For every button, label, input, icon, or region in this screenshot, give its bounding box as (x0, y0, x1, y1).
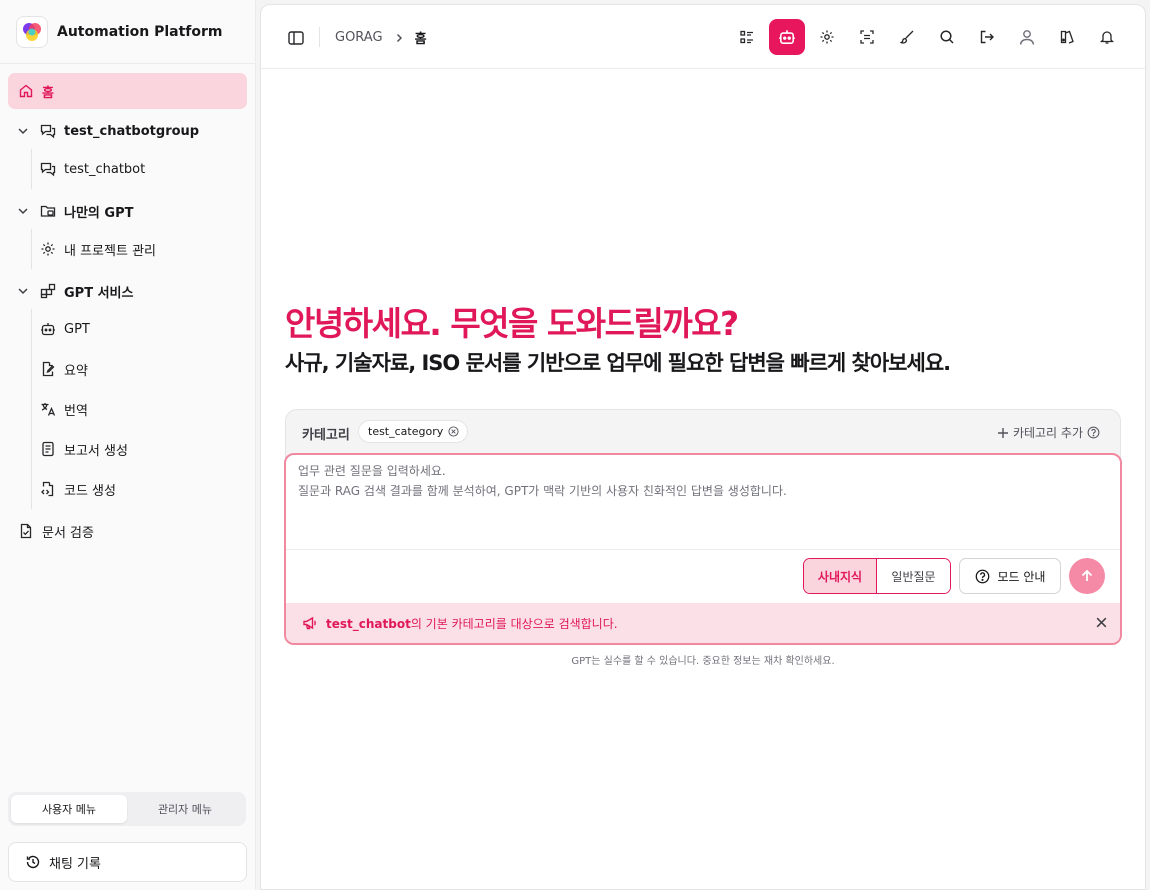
scan-icon[interactable] (849, 19, 885, 55)
category-label: 카테고리 (302, 428, 350, 443)
arrow-up-icon (1079, 568, 1095, 584)
help-circle-icon[interactable] (1087, 426, 1100, 439)
breadcrumb: GORAG 홈 (335, 28, 427, 47)
megaphone-icon (302, 615, 318, 631)
search-icon[interactable] (929, 19, 965, 55)
toolbar (729, 19, 1125, 55)
category-chip[interactable]: test_category (358, 420, 469, 443)
sidebar-item-home[interactable]: 홈 (8, 73, 247, 109)
user-menu-tab[interactable]: 사용자 메뉴 (11, 795, 127, 823)
sidebar-item-label: 내 프로젝트 관리 (64, 243, 156, 259)
sidebar-item-label: 문서 검증 (42, 525, 94, 541)
page-subtitle: 사규, 기술자료, ISO 문서를 기반으로 업무에 필요한 답변을 빠르게 찾… (285, 351, 951, 375)
menu-mode-toggle: 사용자 메뉴 관리자 메뉴 (8, 792, 246, 826)
sidebar-group-gpt-service[interactable]: GPT 서비스 (8, 273, 247, 309)
chat-history-label: 채팅 기록 (49, 856, 101, 872)
report-icon (40, 441, 56, 457)
gear-icon (40, 241, 56, 257)
sidebar-item-translate[interactable]: 번역 (8, 391, 247, 427)
sidebar-item-doc-verify[interactable]: 문서 검증 (8, 513, 247, 549)
send-button[interactable] (1069, 558, 1105, 594)
theme-icon[interactable] (1049, 19, 1085, 55)
logout-icon[interactable] (969, 19, 1005, 55)
divider (0, 63, 256, 64)
mode-internal-button[interactable]: 사내지식 (804, 559, 877, 593)
brush-icon[interactable] (889, 19, 925, 55)
mode-general-button[interactable]: 일반질문 (877, 559, 950, 593)
bot-icon[interactable] (769, 19, 805, 55)
gear-icon[interactable] (809, 19, 845, 55)
plus-icon (997, 427, 1009, 439)
question-input-box: 사내지식 일반질문 모드 안내 test_chatbot의 기본 카테고리를 대… (284, 453, 1122, 645)
main-panel: GORAG 홈 안녕하세요. 무엇을 도와드릴까요? 사규, 기술자료, ISO… (260, 4, 1146, 890)
chevron-down-icon (16, 284, 32, 298)
chat-group-icon (40, 123, 56, 139)
sidebar-item-label: 보고서 생성 (64, 443, 128, 459)
divider (319, 27, 320, 47)
apps-icon (40, 283, 56, 299)
sidebar-item-label: test_chatbot (64, 161, 146, 177)
chat-history-button[interactable]: 채팅 기록 (8, 842, 247, 882)
sidebar-item-label: 코드 생성 (64, 483, 116, 499)
breadcrumb-root[interactable]: GORAG (335, 30, 383, 45)
sidebar-group-chatbotgroup[interactable]: test_chatbotgroup (8, 113, 247, 149)
page-title: 안녕하세요. 무엇을 도와드릴까요? (285, 304, 739, 343)
sidebar-item-label: 나만의 GPT (64, 205, 134, 221)
document-edit-icon (40, 361, 56, 377)
list-icon[interactable] (729, 19, 765, 55)
mode-guide-label: 모드 안내 (997, 569, 1046, 584)
sidebar-toggle-icon[interactable] (287, 29, 305, 47)
mode-selector: 사내지식 일반질문 (803, 558, 951, 594)
divider (286, 549, 1120, 550)
sidebar-item-code[interactable]: 코드 생성 (8, 471, 247, 507)
sidebar-item-report[interactable]: 보고서 생성 (8, 431, 247, 467)
sidebar-item-test-chatbot[interactable]: test_chatbot (8, 151, 247, 187)
chevron-down-icon (16, 204, 32, 218)
add-category-button[interactable]: 카테고리 추가 (997, 424, 1100, 441)
chevron-down-icon (16, 124, 32, 138)
breadcrumb-current: 홈 (414, 32, 427, 47)
notice-message: 의 기본 카테고리를 대상으로 검색합니다. (410, 616, 618, 631)
bell-icon[interactable] (1089, 19, 1125, 55)
sidebar-item-label: 번역 (64, 403, 88, 419)
mode-guide-button[interactable]: 모드 안내 (959, 558, 1061, 594)
sidebar-item-gpt[interactable]: GPT (8, 311, 247, 347)
bot-icon (40, 321, 56, 337)
notice-text: test_chatbot의 기본 카테고리를 대상으로 검색합니다. (326, 615, 618, 632)
help-circle-icon (975, 569, 990, 584)
app-title: Automation Platform (57, 24, 223, 40)
sidebar-item-label: 요약 (64, 363, 88, 379)
category-chip-label: test_category (368, 425, 444, 438)
top-bar: GORAG 홈 (261, 5, 1145, 69)
code-file-icon (40, 481, 56, 497)
chat-icon (40, 161, 56, 177)
history-icon (25, 854, 41, 870)
admin-menu-tab[interactable]: 관리자 메뉴 (127, 795, 243, 823)
sidebar-item-label: GPT 서비스 (64, 285, 134, 301)
sidebar: Automation Platform 홈 test_chatbotgroup (0, 0, 256, 890)
sidebar-item-label: 홈 (42, 85, 54, 101)
chevron-right-icon (393, 32, 405, 44)
sidebar-group-my-gpt[interactable]: 나만의 GPT (8, 193, 247, 229)
sidebar-item-label: GPT (64, 321, 90, 337)
brand[interactable]: Automation Platform (16, 16, 223, 48)
sidebar-item-label: test_chatbotgroup (64, 123, 200, 139)
app-logo (16, 16, 48, 48)
category-bar: 카테고리 test_category 카테고리 추가 (286, 410, 1120, 454)
sidebar-item-project-manage[interactable]: 내 프로젝트 관리 (8, 231, 247, 267)
add-category-label: 카테고리 추가 (1012, 426, 1083, 440)
sidebar-item-summary[interactable]: 요약 (8, 351, 247, 387)
search-scope-notice: test_chatbot의 기본 카테고리를 대상으로 검색합니다. (286, 603, 1120, 643)
chat-composer: 카테고리 test_category 카테고리 추가 사 (284, 409, 1122, 645)
home-icon (18, 83, 34, 99)
folder-bot-icon (40, 203, 56, 219)
user-icon[interactable] (1009, 19, 1045, 55)
translate-icon (40, 401, 56, 417)
close-circle-icon[interactable] (448, 426, 459, 437)
close-icon[interactable] (1095, 616, 1108, 629)
file-check-icon (18, 523, 34, 539)
notice-chatbot-name: test_chatbot (326, 616, 411, 631)
question-input[interactable] (286, 455, 1120, 550)
disclaimer: GPT는 실수를 할 수 있습니다. 중요한 정보는 재차 확인하세요. (571, 656, 835, 667)
